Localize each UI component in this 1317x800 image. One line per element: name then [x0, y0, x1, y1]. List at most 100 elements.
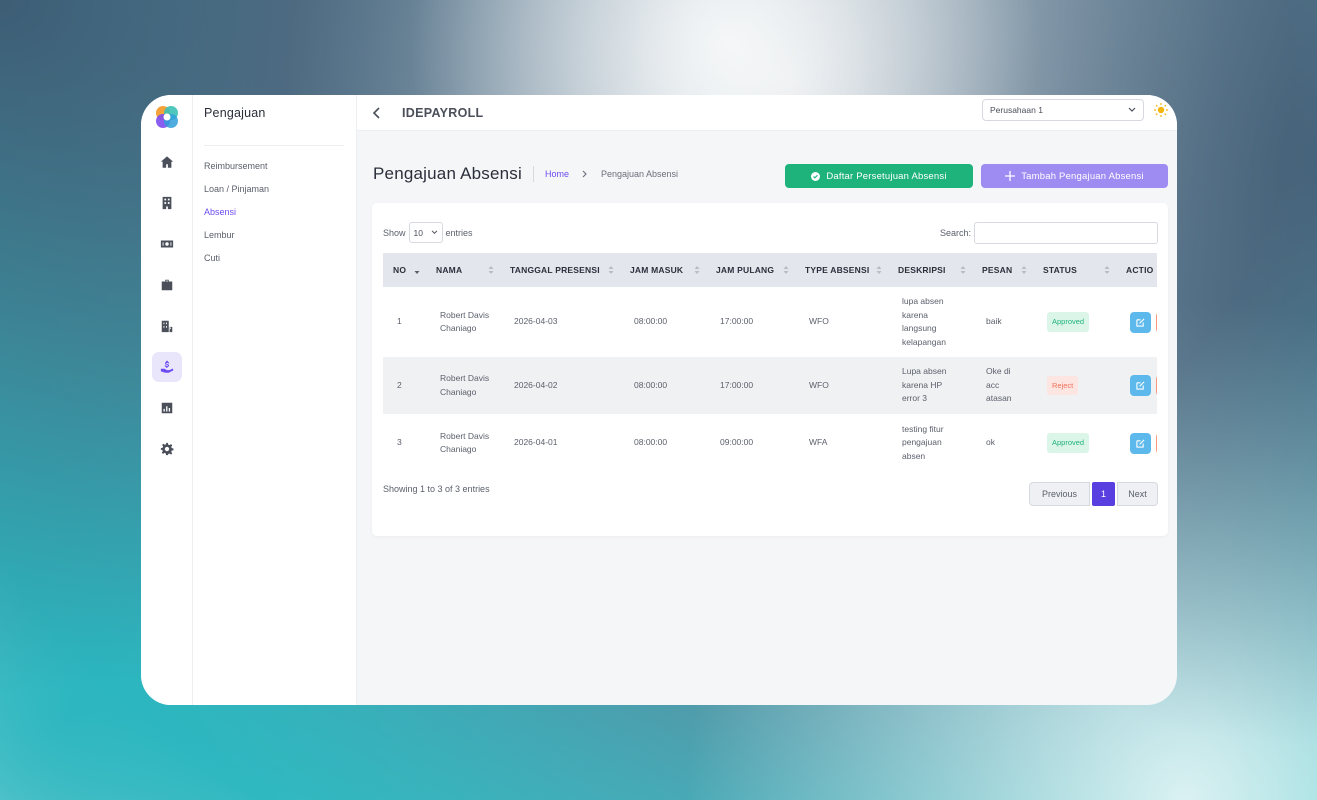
rail-settings[interactable]: [152, 434, 182, 464]
company-select[interactable]: Perusahaan 1: [982, 99, 1144, 121]
cell-no: 2: [383, 357, 426, 414]
cell-jam-pulang: 09:00:00: [720, 437, 754, 448]
icon-rail: [141, 95, 193, 705]
col-header-jam-pulang[interactable]: JAM PULANG: [706, 253, 795, 287]
show-label: Show: [383, 227, 406, 238]
sun-icon[interactable]: [1153, 102, 1169, 118]
cell-deskripsi: testing fitur pengajuan absen: [902, 423, 944, 461]
cell-pesan: Oke di acc atasan: [972, 357, 1033, 414]
table-card: Show 10 entries Search: NO NAMA TANGGAL …: [372, 203, 1168, 536]
add-request-label: Tambah Pengajuan Absensi: [1021, 170, 1144, 182]
sort-desc-icon: [414, 271, 420, 274]
table-info: Showing 1 to 3 of 3 entries: [383, 484, 490, 494]
breadcrumb-home[interactable]: Home: [545, 169, 569, 179]
sort-icon: [876, 266, 882, 274]
rail-home[interactable]: [152, 147, 182, 177]
sort-icon: [1104, 266, 1110, 274]
col-header-status[interactable]: STATUS: [1033, 253, 1116, 287]
cell-type: WFO: [795, 357, 888, 414]
sort-icon: [488, 266, 494, 274]
app-window: Pengajuan Reimbursement Loan / Pinjaman …: [141, 95, 1177, 705]
sort-icon: [694, 266, 700, 274]
edit-button[interactable]: [1130, 432, 1151, 454]
approval-list-label: Daftar Persetujuan Absensi: [826, 170, 947, 182]
brand-name: IDEPAYROLL: [402, 105, 484, 120]
submenu-item-lembur[interactable]: Lembur: [204, 227, 344, 250]
main-content: IDEPAYROLL Perusahaan 1 Pengajuan Absens…: [357, 95, 1177, 705]
previous-button[interactable]: Previous: [1029, 482, 1090, 506]
home-icon: [160, 156, 173, 168]
edit-button[interactable]: [1130, 375, 1151, 396]
col-header-no[interactable]: NO: [383, 253, 426, 287]
absensi-table: NO NAMA TANGGAL PRESENSI JAM MASUK JAM P…: [383, 253, 1157, 472]
rail-pengajuan[interactable]: [151, 352, 182, 382]
chart-icon: [161, 402, 172, 414]
table-row: 1 Robert Davis Chaniago 2026-04-03 08:00…: [383, 287, 1157, 357]
submenu-item-reimbursement[interactable]: Reimbursement: [204, 158, 344, 181]
approval-list-button[interactable]: Daftar Persetujuan Absensi: [785, 164, 973, 188]
company-select-value: Perusahaan 1: [990, 105, 1043, 115]
money-icon: [160, 240, 173, 248]
submenu-item-loan[interactable]: Loan / Pinjaman: [204, 181, 344, 204]
edit-icon: [1136, 439, 1145, 448]
status-badge: Reject: [1047, 375, 1079, 396]
col-header-deskripsi[interactable]: DESKRIPSI: [888, 253, 972, 287]
cell-tanggal: 2026-04-03: [514, 316, 558, 327]
col-header-tanggal[interactable]: TANGGAL PRESENSI: [500, 253, 620, 287]
cell-action: [1116, 287, 1157, 357]
submenu-title: Pengajuan: [204, 95, 344, 146]
add-request-button[interactable]: Tambah Pengajuan Absensi: [981, 164, 1168, 188]
next-button[interactable]: Next: [1117, 482, 1158, 506]
cell-no: 3: [397, 437, 402, 448]
gear-icon: [160, 442, 173, 456]
submenu-item-absensi[interactable]: Absensi: [204, 204, 344, 227]
rail-briefcase[interactable]: [152, 270, 182, 300]
status-badge: Approved: [1047, 312, 1090, 332]
cell-deskripsi: Lupa absen karena HP error 3: [888, 357, 972, 414]
col-header-pesan[interactable]: PESAN: [972, 253, 1033, 287]
cell-status: Approved: [1033, 287, 1116, 357]
table-scroll: NO NAMA TANGGAL PRESENSI JAM MASUK JAM P…: [383, 253, 1157, 472]
cell-nama: Robert Davis Chaniago: [440, 430, 490, 455]
cell-status: Approved: [1033, 414, 1116, 472]
cell-tanggal: 2026-04-01: [514, 437, 558, 448]
chevron-left-icon[interactable]: [372, 106, 382, 119]
search-label: Search:: [939, 228, 971, 238]
delete-button[interactable]: [1156, 432, 1157, 454]
page-1-button[interactable]: 1: [1092, 482, 1115, 506]
table-header-row: NO NAMA TANGGAL PRESENSI JAM MASUK JAM P…: [383, 253, 1157, 287]
cell-jam-masuk: 08:00:00: [634, 316, 668, 327]
rail-office[interactable]: [152, 311, 182, 341]
col-header-nama[interactable]: NAMA: [426, 253, 500, 287]
office-icon: [161, 320, 172, 333]
cell-type: WFO: [809, 316, 829, 327]
briefcase-icon: [161, 279, 172, 291]
hand-money-icon: [160, 360, 173, 373]
delete-button[interactable]: [1156, 311, 1157, 333]
submenu-item-cuti[interactable]: Cuti: [204, 250, 344, 273]
edit-button[interactable]: [1130, 311, 1151, 333]
entries-select[interactable]: 10: [408, 222, 443, 243]
cell-jam-masuk: 08:00:00: [620, 357, 706, 414]
entries-select-value: 10: [413, 227, 423, 238]
rail-money[interactable]: [152, 229, 182, 259]
delete-button[interactable]: [1156, 375, 1157, 396]
cell-jam-pulang: 17:00:00: [720, 316, 754, 327]
topbar: IDEPAYROLL Perusahaan 1: [357, 95, 1177, 131]
table-row: 2 Robert Davis Chaniago 2026-04-02 08:00…: [383, 357, 1157, 414]
col-header-type[interactable]: TYPE ABSENSI: [795, 253, 888, 287]
cell-nama: Robert Davis Chaniago: [426, 357, 500, 414]
search-box: Search:: [940, 222, 1158, 244]
sort-icon: [960, 266, 966, 274]
col-header-jam-masuk[interactable]: JAM MASUK: [620, 253, 706, 287]
rail-report[interactable]: [152, 393, 182, 423]
cell-pesan: baik: [986, 316, 1002, 327]
plus-icon: [1005, 171, 1016, 181]
show-entries: Show 10 entries: [383, 222, 473, 243]
chevron-down-icon: [1128, 107, 1136, 112]
search-input[interactable]: [974, 222, 1158, 244]
app-logo: [153, 103, 181, 131]
cell-nama: Robert Davis Chaniago: [440, 309, 490, 334]
rail-building[interactable]: [152, 188, 182, 218]
cell-action: [1116, 414, 1157, 472]
